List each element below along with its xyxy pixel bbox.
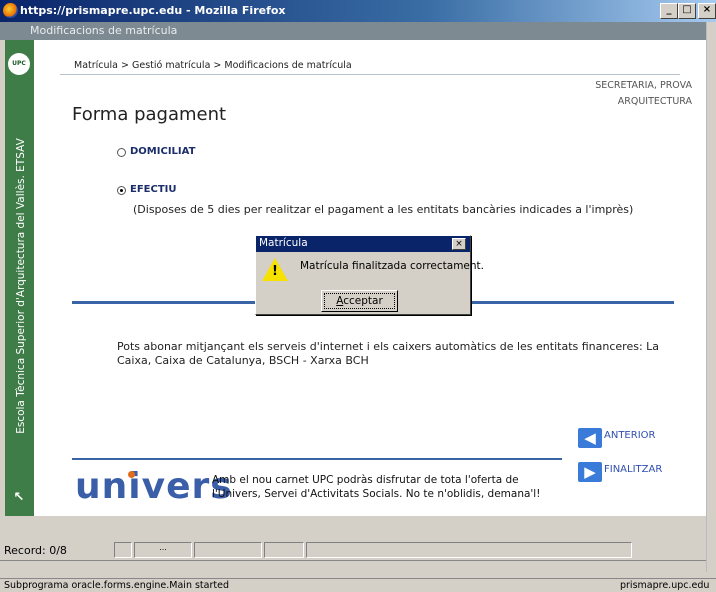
breadcrumb-divider (60, 74, 680, 75)
payment-info: Pots abonar mitjançant els serveis d'int… (117, 340, 660, 367)
upc-logo: UPC (8, 53, 30, 75)
window-title: https://prismapre.upc.edu - Mozilla Fire… (20, 4, 286, 17)
app-header: Modificacions de matrícula (0, 22, 706, 40)
dialog-message: Matrícula finalitzada correctament. (300, 260, 484, 272)
dialog-title: Matrícula (259, 237, 308, 249)
univers-logo-dot (128, 471, 135, 478)
warning-mark: ! (272, 264, 278, 279)
option-label-domiciliat[interactable]: DOMICILIAT (130, 146, 195, 157)
status-bar: Subprograma oracle.forms.engine.Main sta… (0, 578, 716, 592)
promo-text: Amb el nou carnet UPC podràs disfrutar d… (212, 474, 541, 500)
previous-arrow-icon[interactable]: ◀ (578, 428, 602, 448)
app-header-title: Modificacions de matrícula (30, 24, 178, 37)
record-counter: Record: 0/8 (4, 544, 67, 557)
univers-logo: univers (75, 466, 233, 507)
record-cell (114, 542, 132, 558)
radio-domiciliat[interactable] (117, 148, 126, 157)
accept-button[interactable]: Acceptar (321, 290, 398, 312)
previous-button[interactable]: ANTERIOR (604, 430, 655, 441)
promo-divider (72, 458, 562, 460)
radio-efectiu[interactable] (117, 186, 126, 195)
breadcrumb: Matrícula > Gestió matrícula > Modificac… (74, 60, 352, 71)
maximize-button[interactable]: □ (678, 3, 696, 19)
status-domain: prismapre.upc.edu (620, 580, 710, 591)
user-name: SECRETARIA, PROVA (595, 80, 692, 91)
record-cell (264, 542, 304, 558)
efectiu-note: (Disposes de 5 dies per realitzar el pag… (133, 203, 634, 216)
record-cell-ellipsis: ... (134, 542, 192, 558)
vertical-scrollbar[interactable] (706, 22, 716, 572)
minimize-button[interactable]: _ (660, 3, 678, 19)
record-cell (306, 542, 632, 558)
status-text: Subprograma oracle.forms.engine.Main sta… (4, 580, 229, 591)
horizontal-scrollbar[interactable] (0, 560, 706, 574)
finish-button[interactable]: FINALITZAR (604, 464, 662, 475)
firefox-icon (3, 3, 18, 18)
page-title: Forma pagament (72, 104, 227, 125)
dialog-title-bar: Matrícula (256, 236, 470, 252)
close-window-button[interactable]: × (698, 3, 716, 19)
user-department: ARQUITECTURA (617, 96, 692, 107)
finish-arrow-icon[interactable]: ▶ (578, 462, 602, 482)
dialog-close-button[interactable]: × (452, 238, 466, 250)
option-label-efectiu[interactable]: EFECTIU (130, 184, 177, 195)
browser-title-bar: https://prismapre.upc.edu - Mozilla Fire… (0, 0, 716, 22)
accept-label: cceptar (343, 295, 383, 307)
record-cell (194, 542, 262, 558)
school-name: Escola Tècnica Superior d'Arquitectura d… (15, 138, 27, 434)
sidebar-arrow-icon[interactable]: ↖ (8, 490, 30, 508)
